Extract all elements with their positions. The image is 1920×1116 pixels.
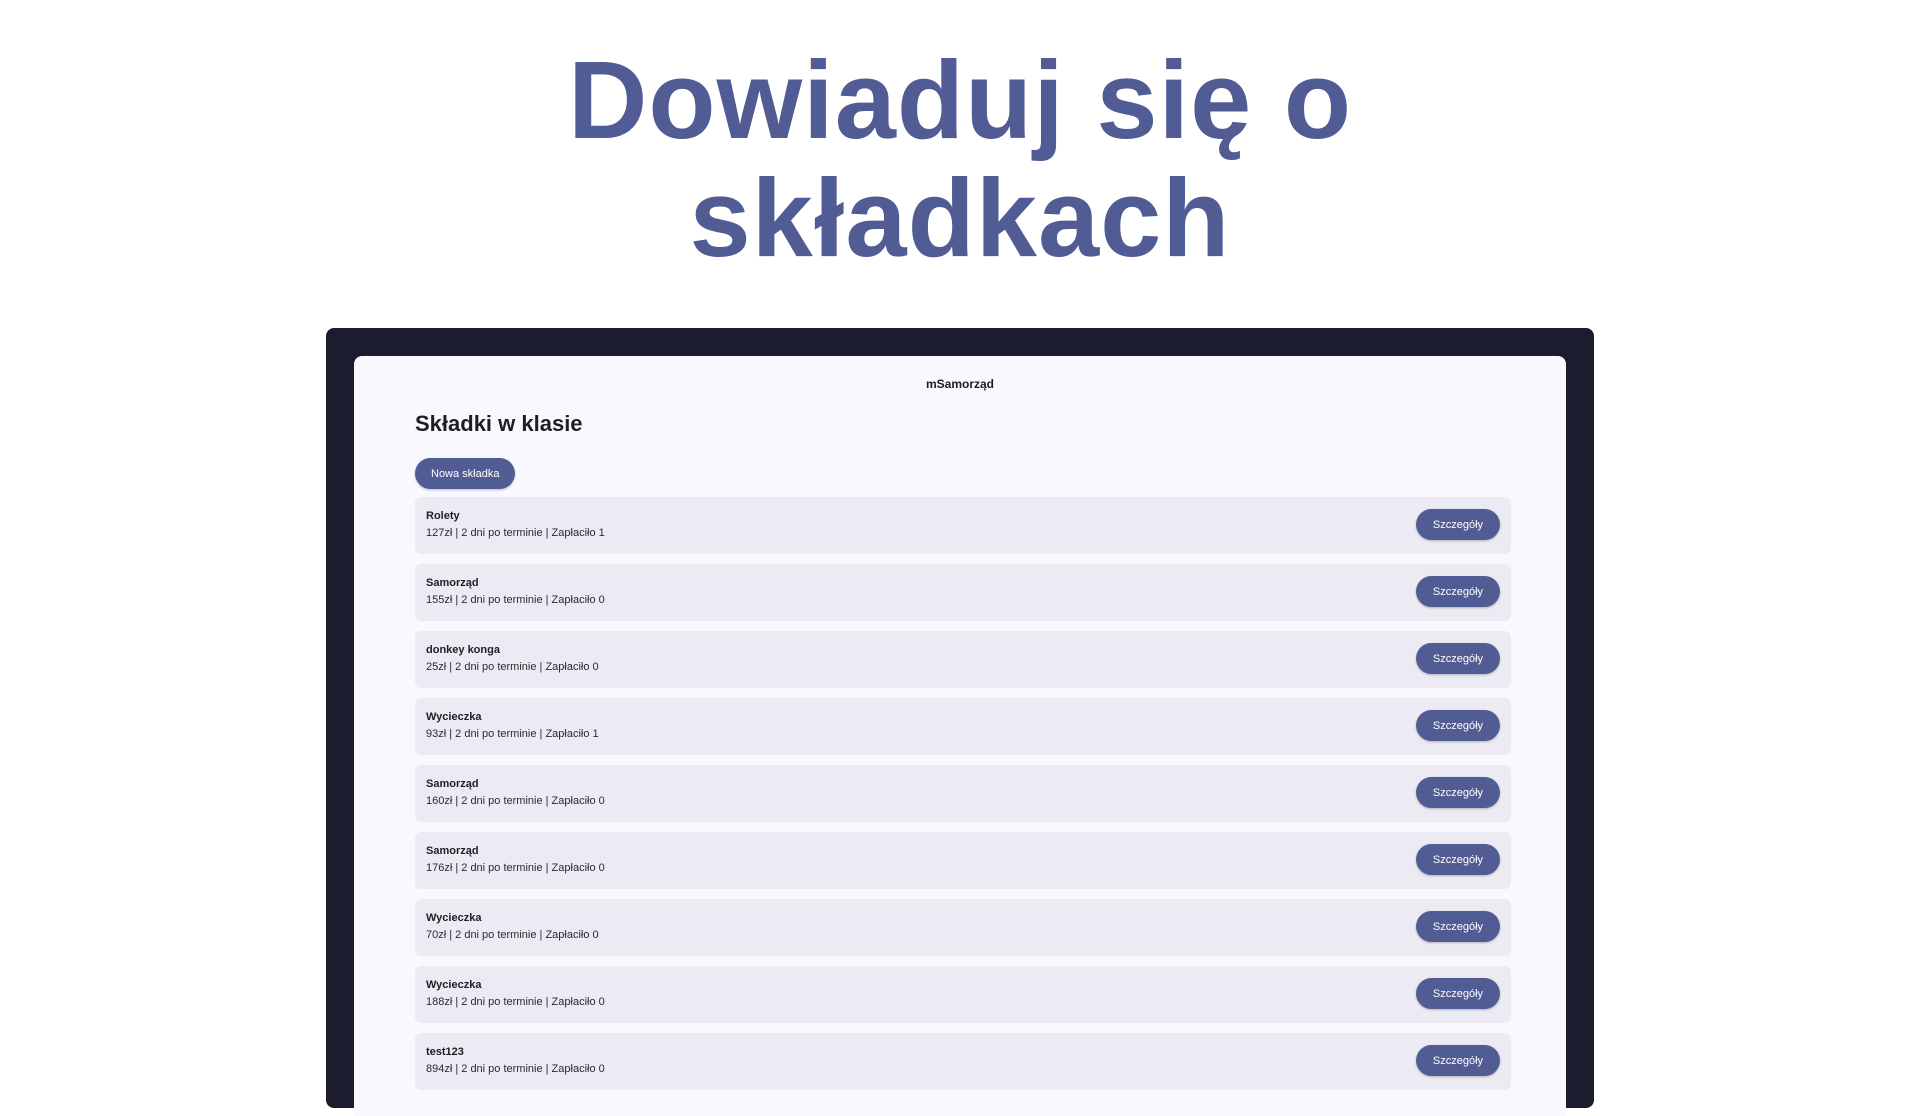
item-name: Samorząd [426, 845, 479, 857]
details-button[interactable]: Szczegóły [1416, 509, 1500, 540]
hero-heading: Dowiaduj się o składkach [0, 42, 1920, 278]
details-button[interactable]: Szczegóły [1416, 911, 1500, 942]
item-name: donkey konga [426, 644, 500, 656]
details-button[interactable]: Szczegóły [1416, 844, 1500, 875]
item-meta: 93zł | 2 dni po terminie | Zapłaciło 1 [426, 728, 599, 740]
list-item: Wycieczka 188zł | 2 dni po terminie | Za… [415, 966, 1511, 1023]
item-meta: 188zł | 2 dni po terminie | Zapłaciło 0 [426, 996, 605, 1008]
list-item: Rolety 127zł | 2 dni po terminie | Zapła… [415, 497, 1511, 554]
item-name: test123 [426, 1046, 464, 1058]
item-meta: 70zł | 2 dni po terminie | Zapłaciło 0 [426, 929, 599, 941]
list-item: Samorząd 176zł | 2 dni po terminie | Zap… [415, 832, 1511, 889]
details-button[interactable]: Szczegóły [1416, 710, 1500, 741]
item-meta: 894zł | 2 dni po terminie | Zapłaciło 0 [426, 1063, 605, 1075]
item-meta: 155zł | 2 dni po terminie | Zapłaciło 0 [426, 594, 605, 606]
device-frame: mSamorząd Składki w klasie Nowa składka … [326, 328, 1594, 1116]
item-meta: 25zł | 2 dni po terminie | Zapłaciło 0 [426, 661, 599, 673]
item-meta: 176zł | 2 dni po terminie | Zapłaciło 0 [426, 862, 605, 874]
details-button[interactable]: Szczegóły [1416, 1045, 1500, 1076]
details-button[interactable]: Szczegóły [1416, 576, 1500, 607]
new-contribution-button[interactable]: Nowa składka [415, 458, 516, 489]
hero-line-2: składkach [689, 157, 1231, 280]
item-name: Samorząd [426, 577, 479, 589]
list-item: Samorząd 160zł | 2 dni po terminie | Zap… [415, 765, 1511, 822]
list-item: test123 894zł | 2 dni po terminie | Zapł… [415, 1033, 1511, 1090]
page-title: Składki w klasie [415, 411, 583, 436]
details-button[interactable]: Szczegóły [1416, 978, 1500, 1009]
details-button[interactable]: Szczegóły [1416, 777, 1500, 808]
list-item: donkey konga 25zł | 2 dni po terminie | … [415, 631, 1511, 688]
list-item: Wycieczka 93zł | 2 dni po terminie | Zap… [415, 698, 1511, 755]
app-screen: mSamorząd Składki w klasie Nowa składka … [354, 356, 1566, 1116]
item-name: Wycieczka [426, 711, 482, 723]
hero-line-1: Dowiaduj się o [567, 39, 1353, 162]
item-name: Rolety [426, 510, 460, 522]
app-title: mSamorząd [925, 377, 995, 391]
item-name: Samorząd [426, 778, 479, 790]
item-meta: 160zł | 2 dni po terminie | Zapłaciło 0 [426, 795, 605, 807]
item-name: Wycieczka [426, 912, 482, 924]
item-meta: 127zł | 2 dni po terminie | Zapłaciło 1 [426, 527, 605, 539]
item-name: Wycieczka [426, 979, 482, 991]
contribution-list: Rolety 127zł | 2 dni po terminie | Zapła… [415, 497, 1511, 1100]
list-item: Wycieczka 70zł | 2 dni po terminie | Zap… [415, 899, 1511, 956]
list-item: Samorząd 155zł | 2 dni po terminie | Zap… [415, 564, 1511, 621]
details-button[interactable]: Szczegóły [1416, 643, 1500, 674]
